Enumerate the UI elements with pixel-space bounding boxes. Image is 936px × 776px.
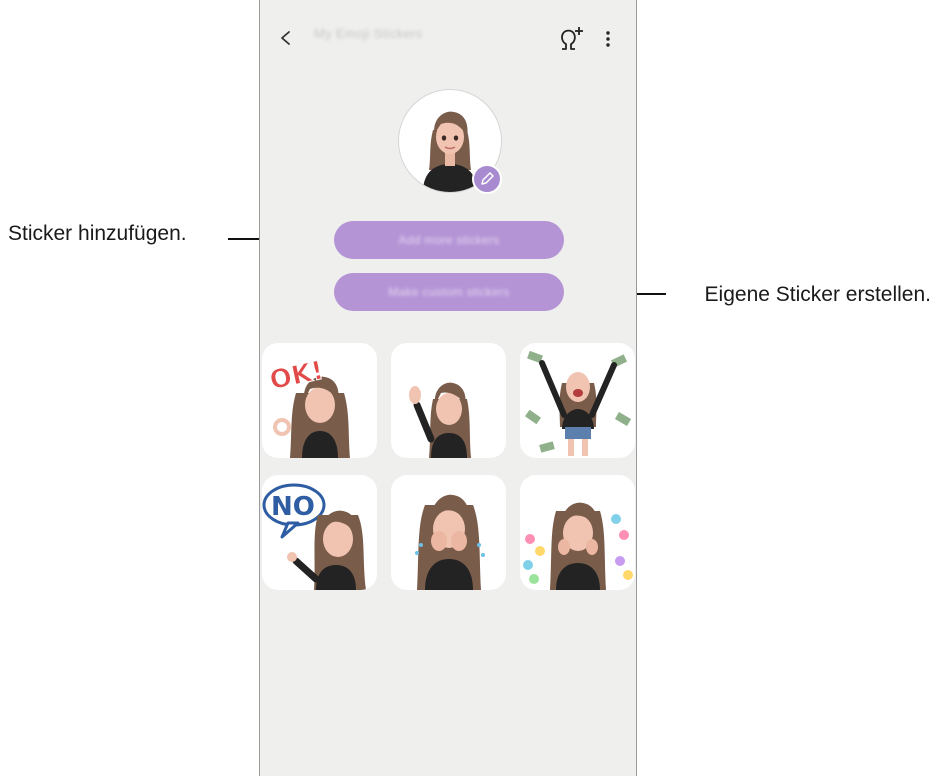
edit-avatar-button[interactable] [472, 164, 502, 194]
sticker-wave[interactable] [391, 343, 506, 458]
sticker-money[interactable] [520, 343, 635, 458]
add-more-stickers-label: Add more stickers [398, 233, 500, 247]
more-vertical-icon [606, 31, 610, 47]
callout-add-stickers: Sticker hinzufügen. [8, 222, 187, 245]
make-custom-stickers-button[interactable]: Make custom stickers [334, 273, 564, 311]
no-sticker-image: NO [262, 483, 366, 590]
hearts-sticker-image [523, 502, 633, 590]
make-custom-stickers-label: Make custom stickers [388, 285, 510, 299]
pencil-icon [481, 172, 494, 185]
callout-make-stickers: Eigene Sticker erstellen. [704, 283, 931, 306]
sticker-no[interactable]: NO [262, 475, 377, 590]
no-sticker-text: NO [271, 492, 315, 522]
add-avatar-button[interactable] [556, 24, 586, 54]
more-options-button[interactable] [600, 24, 616, 54]
page-title: My Emoji Stickers [314, 26, 423, 41]
wave-sticker-image [409, 382, 471, 458]
app-bar: My Emoji Stickers [260, 0, 636, 74]
money-sticker-image [524, 350, 632, 456]
crying-sticker-image [415, 494, 485, 590]
back-button[interactable] [272, 22, 300, 54]
add-more-stickers-button[interactable]: Add more stickers [334, 221, 564, 259]
sticker-ok[interactable]: OK! [262, 343, 377, 458]
avatar-add-icon [561, 27, 583, 50]
sticker-hearts[interactable] [520, 475, 635, 590]
sticker-crying[interactable] [391, 475, 506, 590]
chevron-left-icon [281, 31, 290, 45]
phone-screen: My Emoji Stickers Add more stickers Make… [259, 0, 637, 776]
ok-sticker-image: OK! [267, 355, 350, 458]
